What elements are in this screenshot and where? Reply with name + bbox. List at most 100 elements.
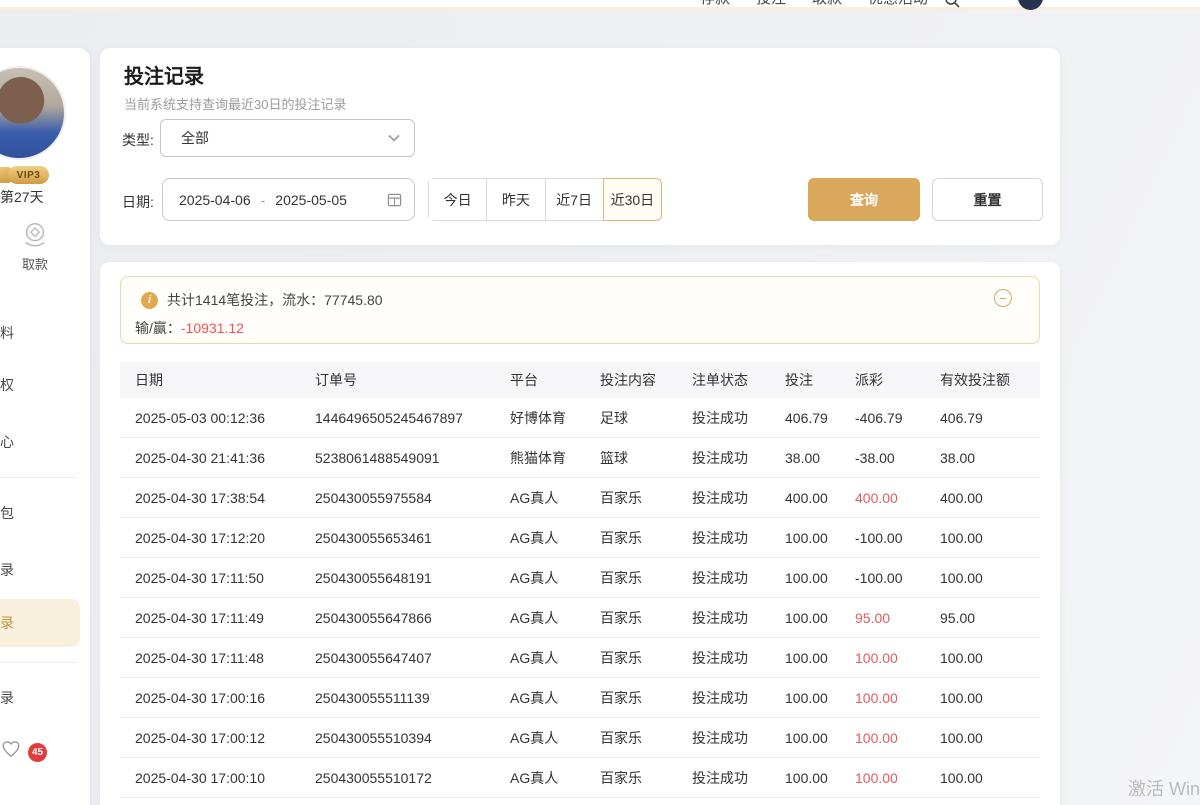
menu-divider (0, 477, 76, 478)
sidebar-menu-item-6[interactable]: 录 (0, 674, 80, 722)
table-row: 2025-04-30 17:00:16250430055511139AG真人百家… (120, 678, 1040, 718)
table-cell: 投注成功 (692, 688, 785, 708)
table-cell: 100.00 (940, 730, 1040, 746)
type-select-value: 全部 (181, 128, 388, 148)
quick-range-group: 今日昨天近7日近30日 (428, 178, 662, 221)
table-cell: 100.00 (785, 770, 855, 786)
reset-button[interactable]: 重置 (932, 178, 1043, 221)
table-row: 2025-04-30 17:11:49250430055647866AG真人百家… (120, 598, 1040, 638)
table-cell: 250430055510394 (315, 730, 510, 746)
table-cell: 百家乐 (600, 688, 692, 708)
table-cell: 百家乐 (600, 768, 692, 788)
table-cell: 406.79 (785, 410, 855, 426)
topnav-item-0[interactable]: 存款 (700, 0, 730, 8)
table-cell: 100.00 (855, 650, 940, 666)
topnav-items: 存款 投注 取款 优惠活动 (700, 0, 928, 8)
withdraw-icon (6, 220, 64, 250)
quick-range-button-3[interactable]: 近30日 (603, 178, 662, 221)
table-row: 2025-04-30 17:00:10250430055510172AG真人百家… (120, 758, 1040, 798)
table-cell: 400.00 (785, 490, 855, 506)
topnav-item-2[interactable]: 取款 (812, 0, 842, 8)
table-cell: 百家乐 (600, 528, 692, 548)
table-cell: 百家乐 (600, 608, 692, 628)
date-range-input[interactable]: 2025-04-06 - 2025-05-05 (162, 178, 415, 221)
summary-text: 共计1414笔投注，流水：77745.80 (167, 290, 383, 310)
user-avatar-small[interactable] (1018, 0, 1043, 10)
table-cell: 百家乐 (600, 488, 692, 508)
table-cell: 投注成功 (692, 568, 785, 588)
summary-banner: i 共计1414笔投注，流水：77745.80 输/赢：-10931.12 − (120, 276, 1040, 344)
table-header-cell: 有效投注额 (940, 370, 1040, 390)
page-subtitle: 当前系统支持查询最近30日的投注记录 (124, 94, 346, 113)
chevron-down-icon (388, 134, 400, 142)
table-cell: 250430055647866 (315, 610, 510, 626)
quick-range-button-1[interactable]: 昨天 (487, 179, 545, 220)
sidebar-menu-item-4[interactable]: 录 (0, 546, 80, 594)
table-row: 2025-04-30 17:00:12250430055510394AG真人百家… (120, 718, 1040, 758)
table-cell: 投注成功 (692, 448, 785, 468)
table-cell: 100.00 (785, 730, 855, 746)
table-cell: 投注成功 (692, 408, 785, 428)
date-separator: - (259, 192, 268, 208)
quick-range-button-2[interactable]: 近7日 (546, 179, 604, 220)
table-cell: 投注成功 (692, 768, 785, 788)
heart-hands-icon[interactable] (0, 738, 22, 760)
table-cell: 100.00 (785, 530, 855, 546)
table-cell: 100.00 (785, 650, 855, 666)
topnav-item-3[interactable]: 优惠活动 (868, 0, 928, 8)
search-icon[interactable] (944, 0, 960, 8)
table-header-cell: 投注 (785, 370, 855, 390)
date-label: 日期: (122, 192, 154, 212)
info-icon: i (141, 292, 158, 309)
table-header: 日期订单号平台投注内容注单状态投注派彩有效投注额 (120, 362, 1040, 398)
table-cell: 2025-04-30 17:00:12 (135, 730, 315, 746)
message-count-badge: 45 (28, 743, 47, 762)
query-button[interactable]: 查询 (808, 178, 920, 221)
table-cell: -100.00 (855, 570, 940, 586)
table-cell: 100.00 (855, 690, 940, 706)
menu-divider (0, 662, 76, 663)
sidebar-menu-item-0[interactable]: 料 (0, 309, 80, 357)
quick-range-button-0[interactable]: 今日 (429, 179, 487, 220)
table-cell: 100.00 (940, 530, 1040, 546)
top-navigation-bar: 存款 投注 取款 优惠活动 (0, 0, 1200, 10)
table-cell: -100.00 (855, 530, 940, 546)
table-cell: 足球 (600, 408, 692, 428)
table-row: 2025-04-30 17:11:48250430055647407AG真人百家… (120, 638, 1040, 678)
table-cell: 2025-04-30 17:11:49 (135, 610, 315, 626)
sidebar-menu-item-5[interactable]: 录 (0, 599, 80, 647)
table-cell: 百家乐 (600, 728, 692, 748)
table-cell: AG真人 (510, 728, 600, 748)
table-cell: 250430055975584 (315, 490, 510, 506)
filter-panel: 投注记录 当前系统支持查询最近30日的投注记录 类型: 全部 日期: 2025-… (100, 48, 1060, 245)
calendar-icon (387, 192, 402, 207)
table-row: 2025-04-30 17:12:20250430055653461AG真人百家… (120, 518, 1040, 558)
withdraw-shortcut[interactable]: 取款 (6, 220, 64, 273)
user-avatar (0, 66, 66, 160)
vip-badge: VIP3 (8, 166, 49, 184)
table-cell: 2025-04-30 17:00:16 (135, 690, 315, 706)
sidebar-menu-item-2[interactable]: 心 (0, 418, 80, 466)
collapse-minus-icon[interactable]: − (994, 289, 1012, 307)
table-cell: 250430055648191 (315, 570, 510, 586)
table-cell: 5238061488549091 (315, 450, 510, 466)
vip-day-text: 第27天 (0, 187, 44, 207)
table-header-cell: 平台 (510, 370, 600, 390)
winloss-value: -10931.12 (181, 320, 244, 336)
table-cell: 100.00 (940, 770, 1040, 786)
topnav-item-1[interactable]: 投注 (756, 0, 786, 8)
table-cell: 250430055647407 (315, 650, 510, 666)
table-cell: AG真人 (510, 608, 600, 628)
table-cell: 2025-04-30 17:38:54 (135, 490, 315, 506)
table-cell: AG真人 (510, 688, 600, 708)
table-cell: 2025-04-30 17:11:50 (135, 570, 315, 586)
sidebar-menu-item-3[interactable]: 包 (0, 489, 80, 537)
sidebar-menu-item-1[interactable]: 权 (0, 361, 80, 409)
table-cell: AG真人 (510, 488, 600, 508)
table-cell: 95.00 (855, 610, 940, 626)
type-select[interactable]: 全部 (160, 119, 415, 157)
date-from-value: 2025-04-06 (179, 192, 251, 208)
table-cell: 38.00 (785, 450, 855, 466)
table-cell: 100.00 (940, 570, 1040, 586)
table-row: 2025-04-30 17:11:50250430055648191AG真人百家… (120, 558, 1040, 598)
